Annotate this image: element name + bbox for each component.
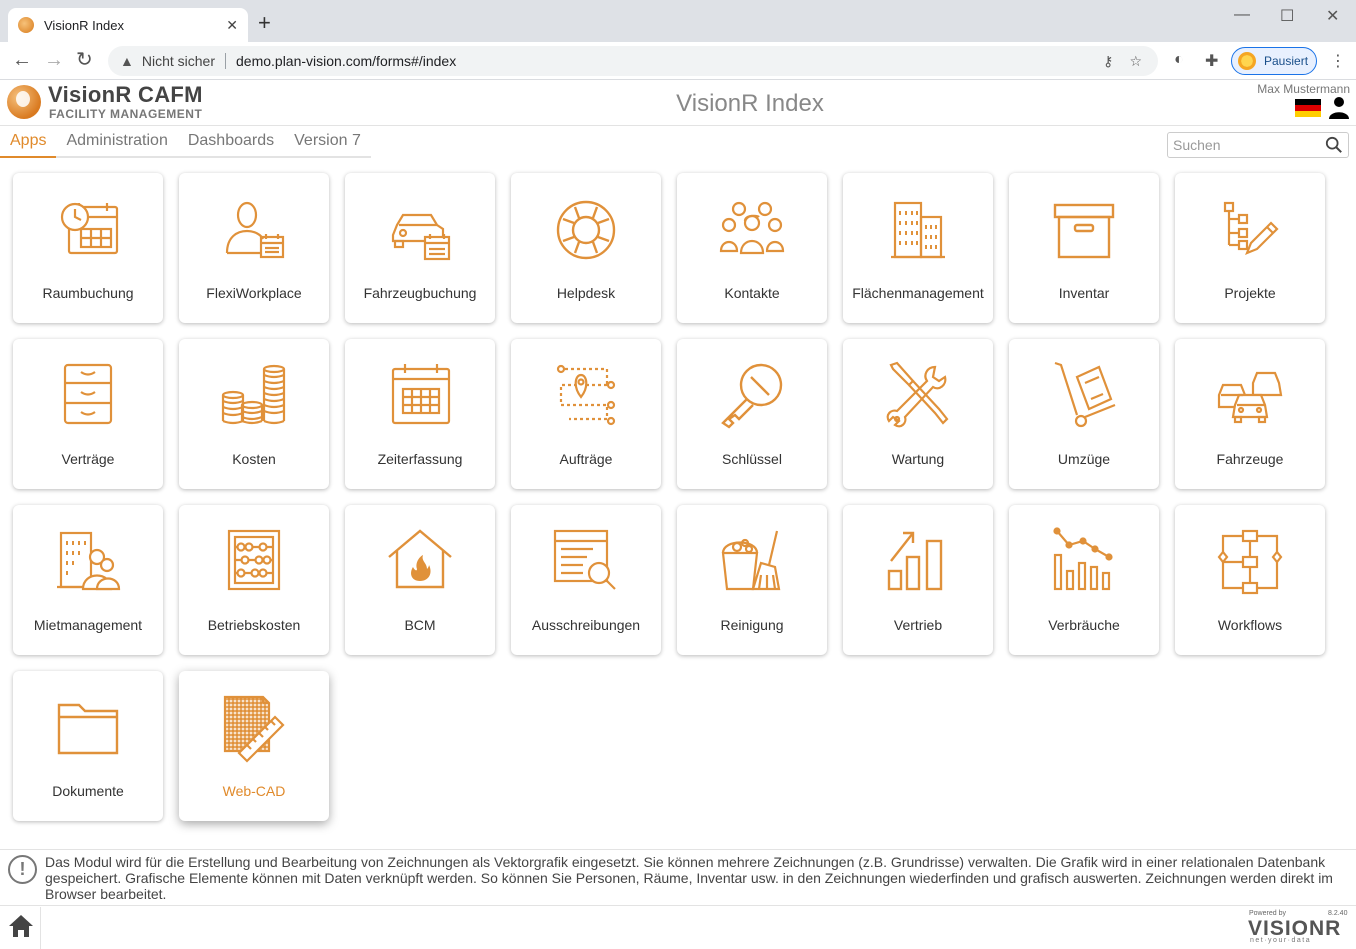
car-calendar-icon <box>391 213 451 261</box>
tab-title: VisionR Index <box>44 17 124 33</box>
module-info-bar: ! Das Modul wird für die Erstellung und … <box>0 849 1356 906</box>
tile-reinigung[interactable]: Reinigung <box>677 505 827 655</box>
cars-icon <box>1217 371 1283 424</box>
house-fire-icon <box>388 529 452 589</box>
extension-circle-icon[interactable]: ◐ <box>1174 51 1184 69</box>
key-icon[interactable]: ⚷ <box>1103 53 1113 70</box>
powered-by-label: Powered by <box>1249 910 1286 917</box>
user-name[interactable]: Max Mustermann <box>1257 82 1350 96</box>
tile-auftraege[interactable]: Aufträge <box>511 339 661 489</box>
browser-tab[interactable]: VisionR Index ✕ <box>8 8 248 42</box>
tile-umzuege[interactable]: Umzüge <box>1009 339 1159 489</box>
menu-item-apps[interactable]: Apps <box>0 128 57 158</box>
insecure-label: Nicht sicher <box>141 53 215 69</box>
tile-schluessel[interactable]: Schlüssel <box>677 339 827 489</box>
main-menu: Apps Administration Dashboards Version 7 <box>0 128 371 158</box>
search-box <box>1167 132 1349 158</box>
archive-box-icon <box>1053 203 1115 259</box>
address-bar[interactable]: ▲ Nicht sicher demo.plan-vision.com/form… <box>108 46 1158 76</box>
module-description: Das Modul wird für die Erstellung und Be… <box>45 854 1333 902</box>
key-icon <box>721 363 783 429</box>
info-exclamation-icon: ! <box>8 855 37 884</box>
profile-paused-button[interactable]: Pausiert <box>1231 47 1317 75</box>
warning-icon: ▲ <box>120 53 134 69</box>
buildings-icon <box>891 201 945 259</box>
route-pin-icon <box>556 364 616 426</box>
tile-wartung[interactable]: Wartung <box>843 339 993 489</box>
window-close-icon[interactable]: ✕ <box>1326 6 1339 26</box>
menu-item-dashboards[interactable]: Dashboards <box>177 128 285 158</box>
search-icon[interactable] <box>1325 136 1343 154</box>
menu-item-version[interactable]: Version 7 <box>284 128 371 158</box>
user-icon[interactable] <box>1327 95 1351 119</box>
home-icon[interactable] <box>8 913 34 939</box>
lifebuoy-icon <box>556 200 616 260</box>
bar-chart-up-icon <box>887 531 943 591</box>
favicon-icon <box>18 17 34 33</box>
menu-item-administration[interactable]: Administration <box>56 128 178 158</box>
tile-betriebskosten[interactable]: Betriebskosten <box>179 505 329 655</box>
workflow-icon <box>1217 529 1283 595</box>
bar-line-chart-icon <box>1053 527 1113 591</box>
tile-flexiworkplace[interactable]: FlexiWorkplace <box>179 173 329 323</box>
tile-dokumente[interactable]: Dokumente <box>13 671 163 821</box>
minimize-icon[interactable]: — <box>1234 6 1250 24</box>
hand-truck-icon <box>1054 361 1116 428</box>
bottom-bar: Powered by 8.2.40 VISIONR net·your·data <box>0 907 1356 949</box>
tile-vertrieb[interactable]: Vertrieb <box>843 505 993 655</box>
browser-tabstrip: VisionR Index ✕ + — ☐ ✕ <box>0 0 1356 42</box>
coin-stacks-icon <box>221 364 286 425</box>
profile-avatar-icon <box>1238 52 1256 70</box>
file-cabinet-icon <box>63 363 113 425</box>
tile-fahrzeuge[interactable]: Fahrzeuge <box>1175 339 1325 489</box>
building-people-icon <box>57 531 121 591</box>
tile-inventar[interactable]: Inventar <box>1009 173 1159 323</box>
tile-mietmanagement[interactable]: Mietmanagement <box>13 505 163 655</box>
tile-zeiterfassung[interactable]: Zeiterfassung <box>345 339 495 489</box>
app-header: VisionR CAFM FACILITY MANAGEMENT VisionR… <box>0 80 1356 126</box>
browser-toolbar: ← → ↻ ▲ Nicht sicher demo.plan-vision.co… <box>0 42 1356 80</box>
person-calendar-icon <box>225 201 285 259</box>
new-tab-button[interactable]: + <box>258 12 271 34</box>
back-icon[interactable]: ← <box>12 49 32 71</box>
tile-raumbuchung[interactable]: Raumbuchung <box>13 173 163 323</box>
document-search-icon <box>553 529 616 590</box>
german-flag-icon[interactable] <box>1295 99 1321 117</box>
version-label: 8.2.40 <box>1328 910 1348 917</box>
tile-fahrzeugbuchung[interactable]: Fahrzeugbuchung <box>345 173 495 323</box>
calendar-clock-icon <box>60 202 119 255</box>
drawing-ruler-icon <box>223 695 285 763</box>
tile-ausschreibungen[interactable]: Ausschreibungen <box>511 505 661 655</box>
bucket-broom-icon <box>721 530 781 591</box>
people-group-icon <box>719 201 785 255</box>
tile-verbraeuche[interactable]: Verbräuche <box>1009 505 1159 655</box>
folder-icon <box>57 703 119 755</box>
search-input[interactable] <box>1173 137 1318 153</box>
maximize-icon[interactable]: ☐ <box>1280 6 1294 26</box>
tile-web-cad[interactable]: Web-CAD <box>179 671 329 821</box>
visionr-tagline: net·your·data <box>1250 937 1312 944</box>
abacus-icon <box>227 529 281 591</box>
tile-workflows[interactable]: Workflows <box>1175 505 1325 655</box>
tile-kontakte[interactable]: Kontakte <box>677 173 827 323</box>
tile-bcm[interactable]: BCM <box>345 505 495 655</box>
tools-icon <box>886 361 949 428</box>
tile-kosten[interactable]: Kosten <box>179 339 329 489</box>
tile-projekte[interactable]: Projekte <box>1175 173 1325 323</box>
tile-helpdesk[interactable]: Helpdesk <box>511 173 661 323</box>
extensions-puzzle-icon[interactable]: ✚ <box>1205 51 1218 71</box>
tab-close-icon[interactable]: ✕ <box>226 17 238 34</box>
calendar-grid-icon <box>391 364 451 425</box>
app-tile-grid: Raumbuchung FlexiWorkplace Fahrzeugbuchu… <box>13 173 1333 823</box>
url-text[interactable]: demo.plan-vision.com/forms#/index <box>236 53 1103 69</box>
page-title: VisionR Index <box>676 90 824 117</box>
menu-kebab-icon[interactable]: ⋮ <box>1330 51 1346 71</box>
forward-icon[interactable]: → <box>44 49 64 71</box>
project-tree-icon <box>1223 201 1279 255</box>
tile-flaechenmanagement[interactable]: Flächenmanagement <box>843 173 993 323</box>
tile-vertraege[interactable]: Verträge <box>13 339 163 489</box>
reload-icon[interactable]: ↻ <box>76 49 93 71</box>
star-icon[interactable]: ☆ <box>1129 53 1142 70</box>
